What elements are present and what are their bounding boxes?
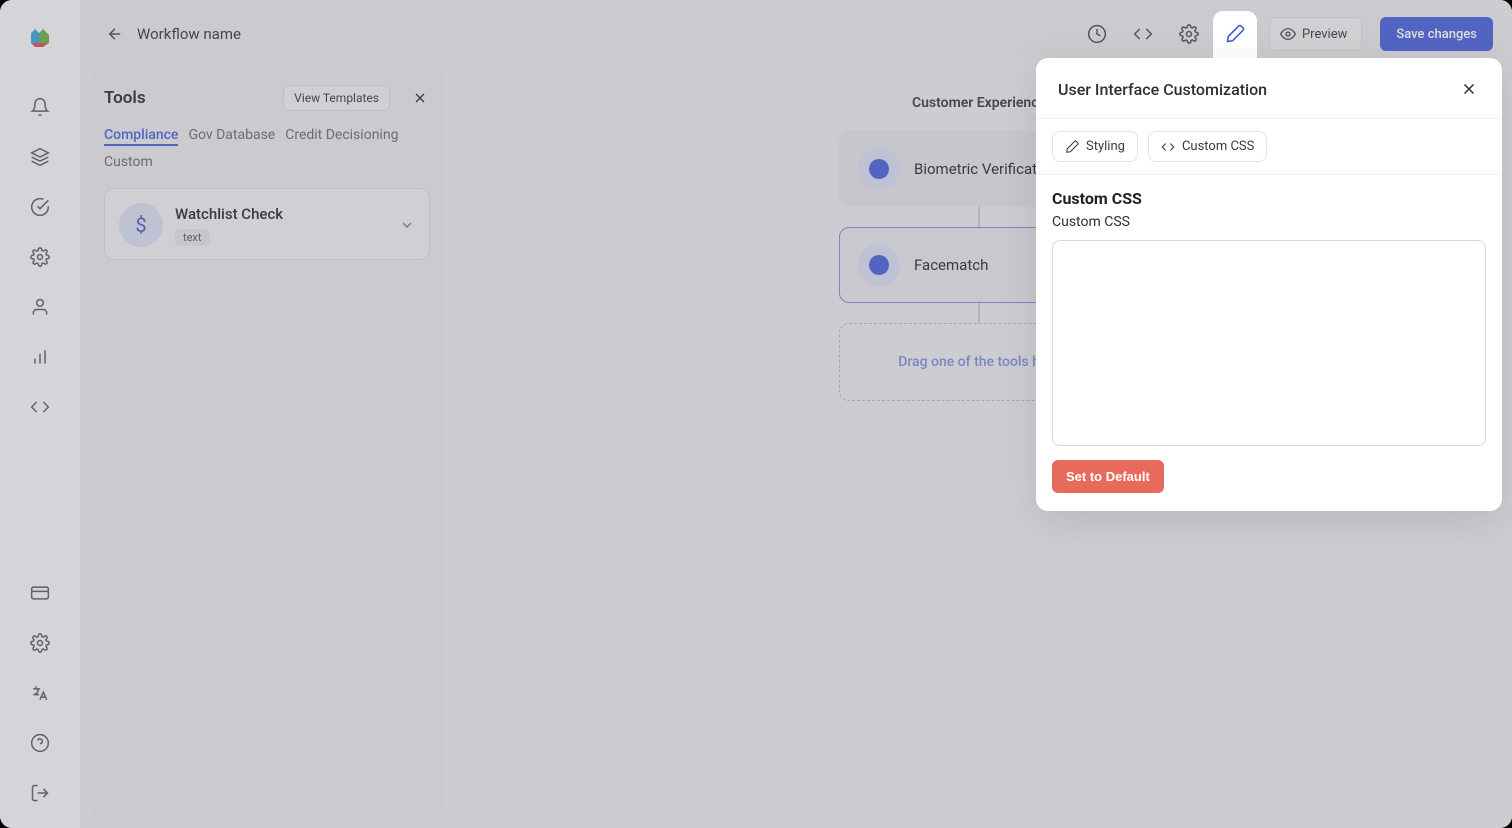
- bar-chart-icon[interactable]: [29, 346, 51, 368]
- customize-ui-icon[interactable]: [1217, 16, 1253, 52]
- dollar-icon: $: [119, 203, 163, 247]
- settings-icon[interactable]: [29, 632, 51, 654]
- subtab-custom-css[interactable]: Custom CSS: [1148, 131, 1267, 162]
- connector: [978, 207, 980, 227]
- subtab-styling-label: Styling: [1086, 139, 1125, 154]
- code-icon: [1161, 140, 1175, 154]
- tab-credit-decisioning[interactable]: Credit Decisioning: [285, 127, 398, 146]
- tab-compliance[interactable]: Compliance: [104, 127, 178, 146]
- history-icon[interactable]: [1079, 16, 1115, 52]
- ui-customization-panel: User Interface Customization Styling Cus…: [1036, 58, 1502, 511]
- save-button[interactable]: Save changes: [1380, 17, 1493, 51]
- code-view-icon[interactable]: [1125, 16, 1161, 52]
- tab-custom[interactable]: Custom: [104, 154, 430, 170]
- tool-tabs: Compliance Gov Database Credit Decisioni…: [104, 127, 430, 170]
- node-dot-icon: [858, 244, 900, 286]
- logout-icon[interactable]: [29, 782, 51, 804]
- layers-icon[interactable]: [29, 146, 51, 168]
- chevron-down-icon: [399, 217, 415, 233]
- tools-panel: Tools View Templates Compliance Gov Data…: [90, 69, 444, 818]
- tools-title: Tools: [104, 88, 146, 108]
- help-circle-icon[interactable]: [29, 732, 51, 754]
- workflow-settings-icon[interactable]: [1171, 16, 1207, 52]
- connector: [978, 303, 980, 323]
- app-logo: [22, 18, 58, 54]
- back-button[interactable]: [103, 22, 127, 46]
- code-icon[interactable]: [29, 396, 51, 418]
- tab-gov-database[interactable]: Gov Database: [188, 127, 275, 146]
- ui-customization-panel-wrap: User Interface Customization Styling Cus…: [1036, 58, 1502, 511]
- field-label: Custom CSS: [1052, 214, 1486, 230]
- set-to-default-button[interactable]: Set to Default: [1052, 460, 1164, 493]
- tools-close-icon[interactable]: [410, 88, 430, 108]
- canvas-heading: Customer Experience: [912, 95, 1046, 111]
- gear-icon[interactable]: [29, 246, 51, 268]
- check-circle-icon[interactable]: [29, 196, 51, 218]
- preview-label: Preview: [1302, 27, 1347, 42]
- tool-card-watchlist[interactable]: $ Watchlist Check text: [104, 188, 430, 260]
- custom-css-textarea[interactable]: [1052, 240, 1486, 446]
- bell-icon[interactable]: [29, 96, 51, 118]
- sidebar: [0, 0, 80, 828]
- credit-card-icon[interactable]: [29, 582, 51, 604]
- node-dot-icon: [858, 148, 900, 190]
- brush-icon: [1065, 140, 1079, 154]
- close-icon[interactable]: [1458, 78, 1480, 100]
- save-label: Save changes: [1396, 27, 1477, 42]
- tool-card-title: Watchlist Check: [175, 205, 387, 223]
- user-icon[interactable]: [29, 296, 51, 318]
- subtab-styling[interactable]: Styling: [1052, 131, 1138, 162]
- subtab-custom-css-label: Custom CSS: [1182, 139, 1254, 154]
- section-heading: Custom CSS: [1052, 189, 1486, 208]
- view-templates-button[interactable]: View Templates: [283, 85, 390, 111]
- translate-icon[interactable]: [29, 682, 51, 704]
- node-label: Facematch: [914, 256, 988, 274]
- workflow-name[interactable]: Workflow name: [137, 25, 241, 43]
- preview-button[interactable]: Preview: [1269, 17, 1362, 51]
- tool-card-badge: text: [175, 229, 210, 246]
- ui-panel-title: User Interface Customization: [1058, 80, 1267, 99]
- topbar: Workflow name Preview Save changes: [89, 9, 1503, 59]
